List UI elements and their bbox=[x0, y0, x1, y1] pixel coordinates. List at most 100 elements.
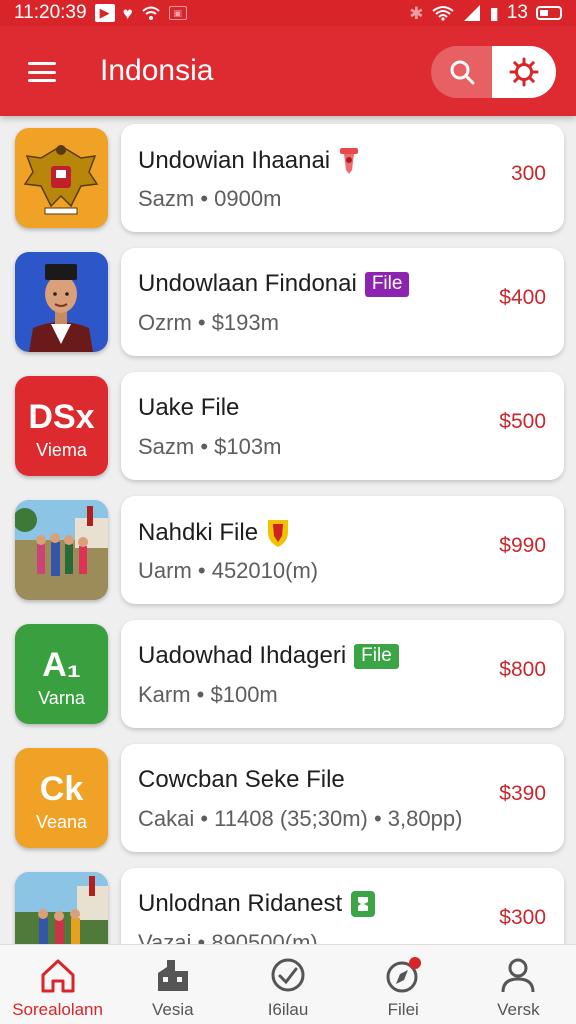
list-item[interactable]: Unlodnan Ridanest Vazai • 890500(m) $300 bbox=[0, 860, 576, 944]
search-button[interactable] bbox=[431, 46, 493, 98]
gear-icon bbox=[509, 57, 539, 87]
battery-level: 13 bbox=[506, 2, 528, 23]
person-icon bbox=[501, 958, 535, 993]
item-thumbnail: A₁ Varna bbox=[15, 624, 108, 724]
item-title: Undowlaan Findonai bbox=[138, 270, 357, 297]
item-thumbnail bbox=[15, 872, 108, 944]
item-title-row: Uake File bbox=[138, 394, 239, 422]
item-thumbnail bbox=[15, 500, 108, 600]
item-thumbnail bbox=[15, 252, 108, 352]
bottom-navigation: Sorealolann Vesia I6ilau Filei Versk bbox=[0, 944, 576, 1024]
item-meta: Sazm • $103m bbox=[138, 434, 282, 459]
green-puzzle-icon bbox=[351, 891, 376, 917]
status-time: 11:20:39 bbox=[14, 2, 87, 23]
list-item[interactable]: Ck Veana Cowcban Seke File Cakai • 11408… bbox=[0, 736, 576, 852]
item-meta: Ozrm • $193m bbox=[138, 310, 279, 335]
item-meta: Vazai • 890500(m) bbox=[138, 930, 318, 944]
photo-icon bbox=[15, 872, 108, 944]
status-left: 11:20:39 ▶ ♥ ▣ bbox=[14, 2, 187, 24]
bluetooth-icon: ✱ bbox=[409, 3, 424, 23]
item-price: $400 bbox=[499, 286, 546, 309]
item-title-row: Cowcban Seke File bbox=[138, 766, 345, 794]
item-title: Uadowhad Ihdageri bbox=[138, 642, 347, 669]
item-title-row: Undowlaan Findonai File bbox=[138, 270, 410, 298]
app-bar: Indonsia bbox=[0, 26, 576, 116]
item-title: Unlodnan Ridanest bbox=[138, 890, 343, 917]
shield-icon bbox=[268, 520, 289, 547]
thumbnail-caption: Varna bbox=[38, 688, 85, 708]
item-card[interactable]: Undowlaan Findonai File Ozrm • $193m $40… bbox=[121, 248, 564, 356]
nav-label: Vesia bbox=[152, 1000, 194, 1019]
nav-label: Versk bbox=[497, 1000, 540, 1019]
item-price: $500 bbox=[499, 410, 546, 433]
portrait-icon bbox=[29, 264, 93, 352]
item-thumbnail: Ck Veana bbox=[15, 748, 108, 848]
item-title: Uake File bbox=[138, 394, 240, 421]
thumbnail-label: Ck bbox=[39, 770, 84, 808]
nav-item-i6ilau[interactable]: I6ilau bbox=[230, 945, 345, 1024]
item-meta: Sazm • 0900m bbox=[138, 186, 282, 211]
list-item[interactable]: Nahdki File Uarm • 452010(m) $990 bbox=[0, 488, 576, 604]
thumbnail-caption: Viema bbox=[36, 440, 87, 460]
item-card[interactable]: Nahdki File Uarm • 452010(m) $990 bbox=[121, 496, 564, 604]
settings-button[interactable] bbox=[492, 46, 556, 98]
item-meta: Uarm • 452010(m) bbox=[138, 558, 319, 583]
item-title-row: Unlodnan Ridanest bbox=[138, 890, 376, 918]
signal-icon bbox=[463, 5, 480, 21]
nav-label: I6ilau bbox=[267, 1000, 309, 1019]
list-item[interactable]: Undowlaan Findonai File Ozrm • $193m $40… bbox=[0, 240, 576, 356]
notification-icon: ▣ bbox=[168, 6, 187, 20]
nav-label: Filei bbox=[387, 1000, 419, 1019]
thumbnail-label: DЅx bbox=[28, 398, 95, 436]
item-title-row: Undowian Ihaanai bbox=[138, 146, 360, 176]
item-thumbnail: DЅx Viema bbox=[15, 376, 108, 476]
wifi-small-icon bbox=[141, 6, 160, 20]
battery-icon bbox=[536, 6, 562, 20]
item-title: Undowian Ihaanai bbox=[138, 147, 331, 174]
list-item[interactable]: DЅx Viema Uake File Sazm • $103m $500 bbox=[0, 364, 576, 480]
item-card[interactable]: Unlodnan Ridanest Vazai • 890500(m) $300 bbox=[121, 868, 564, 944]
status-right: ✱ ▮ 13 bbox=[409, 2, 562, 24]
item-meta: Cakai • 11408 (35;30m) • 3,80pp) bbox=[138, 806, 463, 831]
list-item[interactable]: Undowian Ihaanai Sazm • 0900m 300 bbox=[0, 116, 576, 232]
menu-icon[interactable] bbox=[28, 62, 56, 82]
item-thumbnail bbox=[15, 128, 108, 228]
item-price: $800 bbox=[499, 658, 546, 681]
status-bar: 11:20:39 ▶ ♥ ▣ ✱ ▮ 13 bbox=[0, 0, 576, 26]
item-title: Cowcban Seke File bbox=[138, 766, 345, 793]
item-title: Nahdki File bbox=[138, 519, 259, 546]
list-item[interactable]: A₁ Varna Uadowhad Ihdageri File Karm • $… bbox=[0, 612, 576, 728]
item-price: 300 bbox=[510, 162, 546, 185]
search-icon bbox=[450, 60, 475, 85]
item-title-row: Uadowhad Ihdageri File bbox=[138, 642, 399, 670]
compass-icon bbox=[386, 957, 422, 993]
nav-item-vesia[interactable]: Vesia bbox=[115, 945, 230, 1024]
check-circle-icon bbox=[271, 958, 305, 992]
heart-icon: ♥ bbox=[122, 3, 133, 23]
thumbnail-label: A₁ bbox=[42, 646, 81, 684]
item-price: $390 bbox=[499, 782, 546, 805]
file-list: Undowian Ihaanai Sazm • 0900m 300 Undowl… bbox=[0, 116, 576, 944]
photo-icon bbox=[15, 500, 108, 600]
file-badge: File bbox=[354, 643, 399, 669]
item-title-row: Nahdki File bbox=[138, 518, 290, 548]
thumbnail-caption: Veana bbox=[35, 812, 88, 832]
app-title: Indonsia bbox=[100, 54, 214, 87]
item-card[interactable]: Cowcban Seke File Cakai • 11408 (35;30m)… bbox=[121, 744, 564, 852]
nav-label: Sorealolann bbox=[12, 1000, 103, 1019]
nav-item-versk[interactable]: Versk bbox=[461, 945, 576, 1024]
wifi-icon bbox=[431, 6, 454, 21]
item-price: $990 bbox=[499, 534, 546, 557]
emblem-icon bbox=[23, 145, 99, 215]
nav-item-filei[interactable]: Filei bbox=[346, 945, 461, 1024]
building-icon bbox=[157, 960, 188, 991]
play-icon: ▶ bbox=[94, 4, 115, 22]
nav-item-home[interactable]: Sorealolann bbox=[0, 945, 115, 1024]
item-card[interactable]: Uake File Sazm • $103m $500 bbox=[121, 372, 564, 480]
red-ribbon-icon bbox=[340, 148, 359, 174]
item-price: $300 bbox=[499, 906, 546, 929]
item-card[interactable]: Undowian Ihaanai Sazm • 0900m 300 bbox=[121, 124, 564, 232]
sim-icon: ▮ bbox=[489, 3, 499, 23]
item-card[interactable]: Uadowhad Ihdageri File Karm • $100m $800 bbox=[121, 620, 564, 728]
file-badge: File bbox=[364, 271, 410, 297]
